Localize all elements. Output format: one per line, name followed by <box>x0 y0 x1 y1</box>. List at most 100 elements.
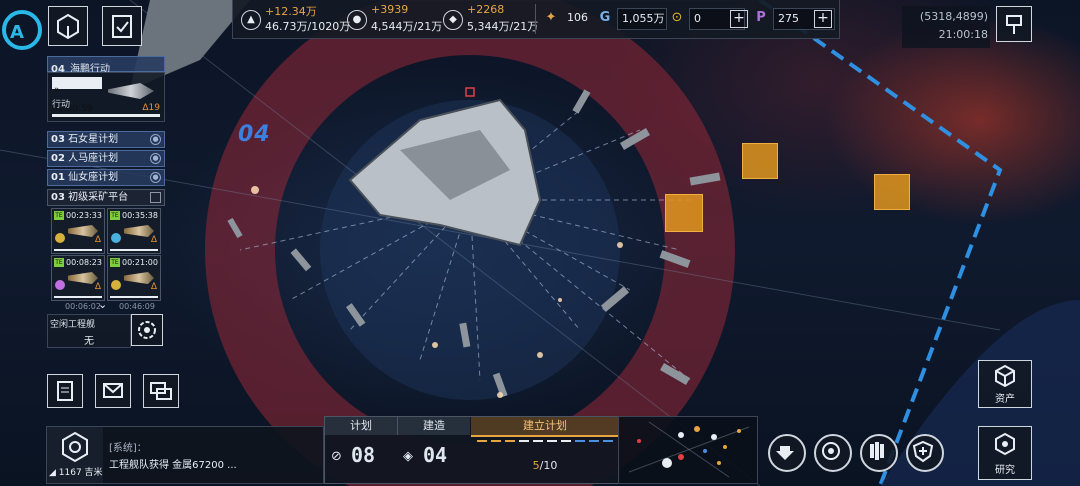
idle-engineer-panel[interactable]: 空闲工程舰 无 <box>47 314 131 348</box>
svg-text:A: A <box>10 22 24 43</box>
add-shield-button[interactable] <box>906 434 944 472</box>
slot-timer: 00:06:02 <box>65 302 101 311</box>
resource-dot <box>55 233 65 243</box>
resource-amount: 4,544万/21万 <box>371 20 443 33</box>
divider <box>535 4 536 34</box>
minimap[interactable] <box>618 416 758 484</box>
fleet-emblem-icon <box>62 431 88 463</box>
mission-number: 02 <box>51 153 65 164</box>
mail-button[interactable] <box>95 374 131 408</box>
tab-build[interactable]: 建造 <box>398 417 470 435</box>
fleet-progress-bar <box>52 114 160 117</box>
cube-icon <box>995 364 1015 388</box>
mining-number: 03 <box>51 192 65 203</box>
chat-channel: [系统]： <box>109 443 147 454</box>
build-count-value: 04 <box>423 443 448 467</box>
eye-icon[interactable]: ● <box>150 172 161 183</box>
resource-amount: 46.73万/1020万 <box>265 20 351 33</box>
ship-image <box>124 225 154 237</box>
warning-icon: Δ <box>150 235 157 245</box>
resource-dot <box>55 280 65 290</box>
chat-panel[interactable]: ◢ 1167 吉米 [系统]： 工程舰队获得 金属67200 ... <box>46 426 324 484</box>
mining-slot[interactable]: TE 00:21:00 Δ <box>107 255 161 301</box>
distance-display: ◢ 1167 吉米 <box>49 465 103 478</box>
minimap-canvas <box>628 421 750 478</box>
mission-item[interactable]: 01 仙女座计划 ● <box>47 169 165 186</box>
ship-image <box>68 225 98 237</box>
mining-badge-icon: TE <box>54 211 64 220</box>
mining-platform-header[interactable]: 03 初级采矿平台 <box>47 189 165 206</box>
bookmark-button[interactable] <box>996 6 1032 42</box>
slot-timer: 00:46:09 <box>119 302 155 311</box>
slot-progress <box>110 296 158 298</box>
g-coin-icon: G <box>599 10 611 25</box>
ship-image <box>68 272 98 284</box>
download-button[interactable] <box>768 434 806 472</box>
drop-icon: ● <box>347 10 367 30</box>
mission-item[interactable]: 03 石女星计划 ● <box>47 131 165 148</box>
fleet-header[interactable]: 04 海鹏行动 <box>47 56 165 75</box>
spiral-icon <box>822 442 840 460</box>
fleet-card[interactable]: » 00:00:59 行动 Δ19 <box>47 72 165 122</box>
map-sector-label: 04 <box>238 122 271 147</box>
add-gold-button[interactable]: + <box>730 10 748 28</box>
mining-badge-icon: TE <box>54 258 64 267</box>
idle-label: 空闲工程舰 <box>50 320 96 330</box>
galaxy-button[interactable] <box>814 434 852 472</box>
resource-dot <box>111 280 121 290</box>
chevron-down-icon[interactable]: ⌄ <box>98 298 107 311</box>
currency-value: 1,055万 <box>617 8 667 30</box>
p-coin-icon: P <box>756 10 766 25</box>
mining-badge-icon: TE <box>110 211 120 220</box>
collapse-checkbox[interactable] <box>150 192 161 203</box>
distance-text: 1167 吉米 <box>58 468 103 478</box>
mining-slot[interactable]: TE 00:08:23 Δ <box>51 255 105 301</box>
ships-icon <box>870 442 884 460</box>
cube-menu-button[interactable] <box>48 6 88 46</box>
warning-icon: Δ <box>94 235 101 245</box>
research-button[interactable]: 研究 <box>978 426 1032 480</box>
resource-delta: +12.34万 <box>265 5 317 18</box>
chat-bubbles-icon <box>150 382 172 400</box>
tab-create-plan[interactable]: 建立计划 <box>471 417 619 437</box>
slot-timer: 00:08:23 <box>66 258 102 267</box>
resource-dot <box>111 233 121 243</box>
eye-icon[interactable]: ● <box>150 134 161 145</box>
cube-icon <box>57 13 79 40</box>
resource-amount: 5,344万/21万 <box>467 20 539 33</box>
fast-forward-icon: » <box>54 85 60 95</box>
build-count[interactable]: ◈ 04 <box>403 443 469 471</box>
chat-button[interactable] <box>143 374 179 408</box>
tab-plan[interactable]: 计划 <box>325 417 398 435</box>
warning-icon: Δ <box>150 282 157 292</box>
notes-button[interactable] <box>47 374 83 408</box>
waypoint-marker[interactable] <box>742 143 778 179</box>
fleet-button[interactable] <box>860 434 898 472</box>
mission-label: 石女星计划 <box>68 134 119 145</box>
mining-slot[interactable]: TE 00:23:33 Δ <box>51 208 105 254</box>
waypoint-marker[interactable] <box>665 194 703 232</box>
location-box[interactable]: ◢ 1167 吉米 <box>47 427 103 483</box>
mining-label: 初级采矿平台 <box>68 192 129 203</box>
navigate-arrow-icon: ◢ <box>49 468 56 478</box>
chat-message: 工程舰队获得 金属67200 ... <box>109 460 237 471</box>
mission-item[interactable]: 02 人马座计划 ● <box>47 150 165 167</box>
plan-panel: 计划 建造 建立计划 ⊘ 08 ◈ 04 5/10 <box>324 416 620 484</box>
waypoint-marker[interactable] <box>874 174 910 210</box>
assets-button[interactable]: 资产 <box>978 360 1032 408</box>
plan-slots-bar <box>477 440 613 442</box>
warning-icon: Δ <box>94 282 101 292</box>
game-scene[interactable]: 04 A ▲ +12.34万 46.73万/1020万 ● +3939 4,54… <box>0 0 1080 486</box>
tasks-button[interactable] <box>102 6 142 46</box>
ship-image <box>124 272 154 284</box>
coordinates-panel[interactable]: (5318,4899) 21:00:18 <box>902 6 990 48</box>
plan-count[interactable]: ⊘ 08 <box>331 443 397 471</box>
mining-slot[interactable]: TE 00:35:38 Δ <box>107 208 161 254</box>
resource-delta: +3939 <box>371 3 409 16</box>
checklist-icon <box>112 15 132 38</box>
mission-number: 01 <box>51 172 65 183</box>
eye-icon[interactable]: ● <box>150 153 161 164</box>
resource-delta: +2268 <box>467 3 505 16</box>
engineer-button[interactable] <box>131 314 163 346</box>
add-p-button[interactable]: + <box>814 10 832 28</box>
